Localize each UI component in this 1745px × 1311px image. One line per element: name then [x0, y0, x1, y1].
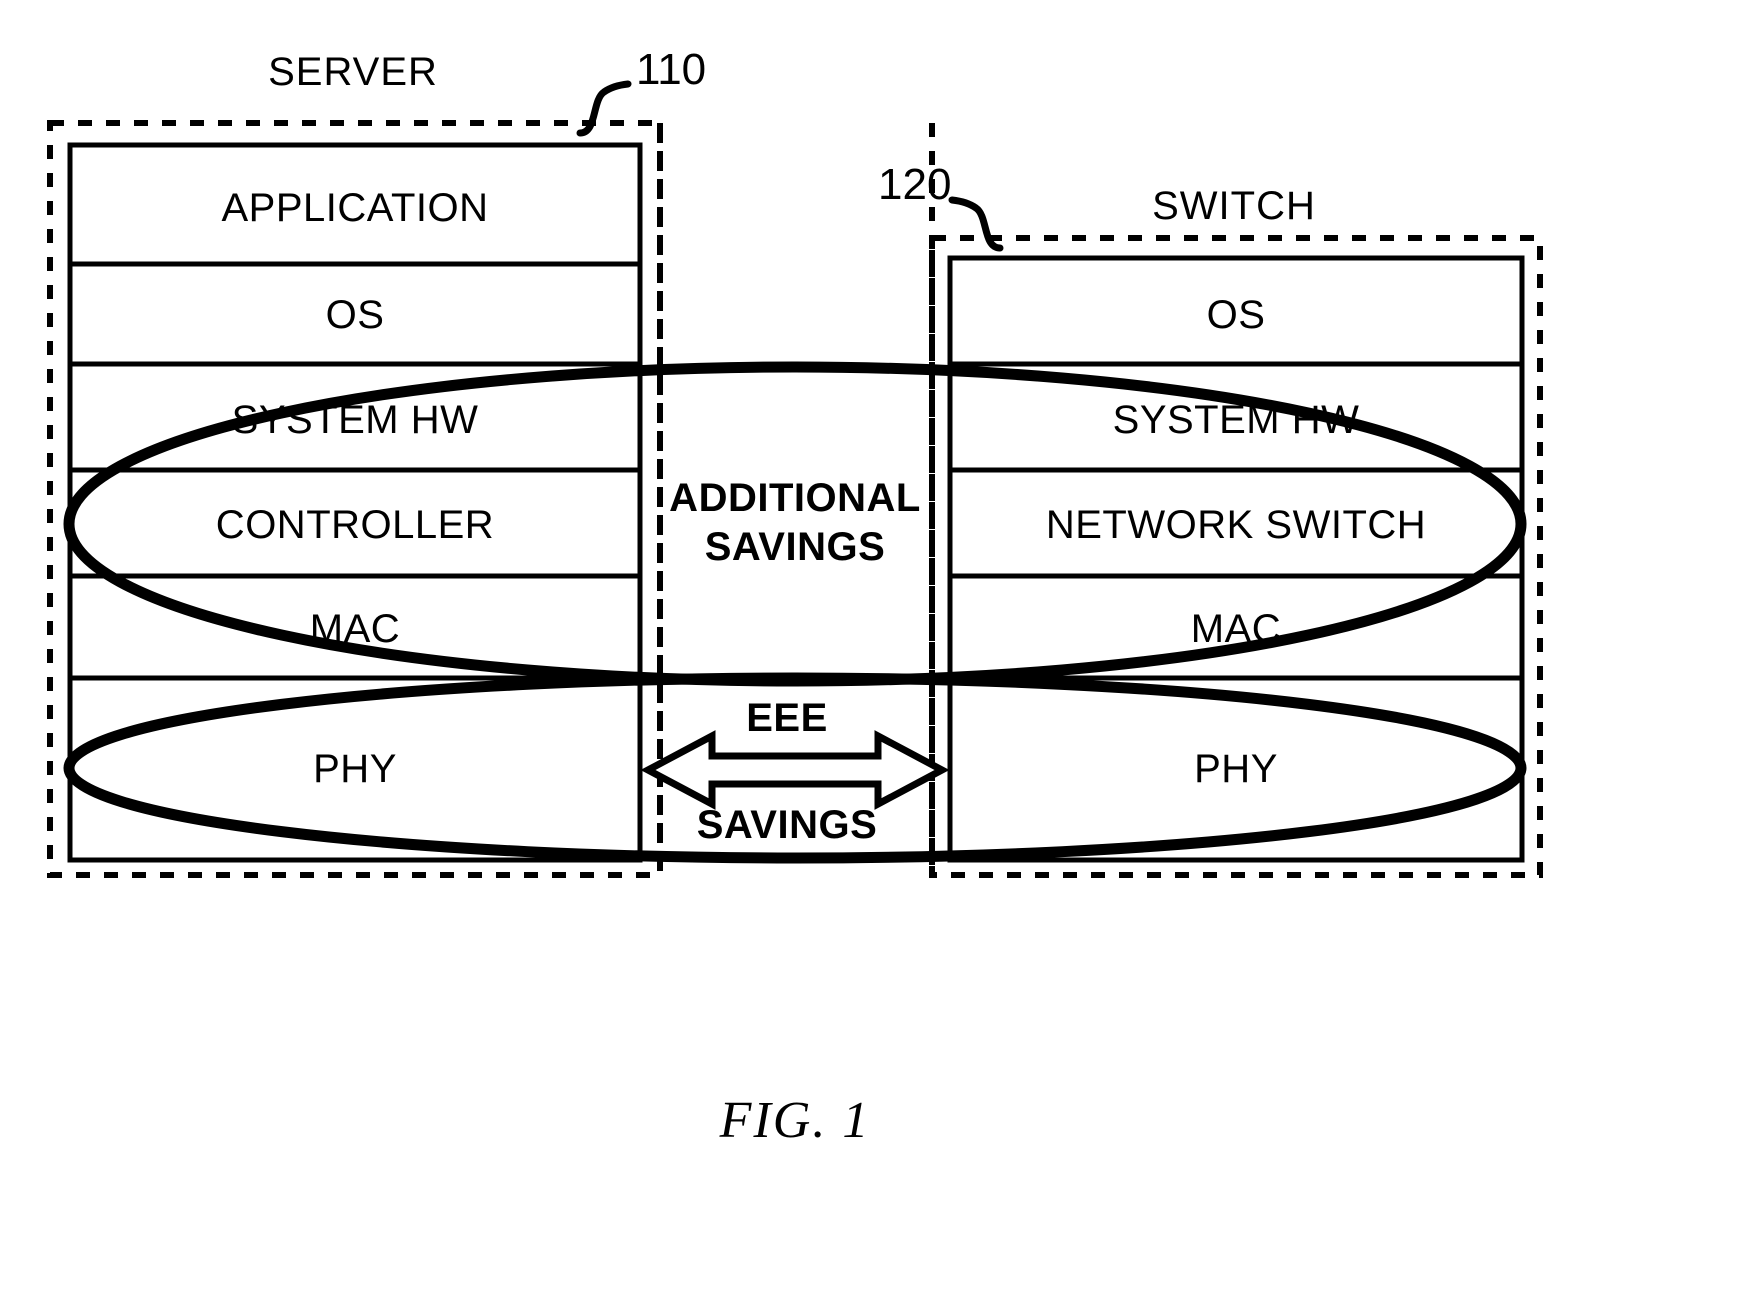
switch-layer-os: OS — [1206, 293, 1266, 337]
server-ref-number: 110 — [636, 45, 707, 94]
server-layer-os: OS — [325, 293, 385, 337]
double-headed-arrow — [640, 730, 950, 810]
eee-label: EEE — [746, 696, 828, 740]
server-layer-system-hw: SYSTEM HW — [231, 398, 479, 442]
server-layer-controller: CONTROLLER — [215, 503, 495, 547]
additional-savings-line-1: ADDITIONAL — [669, 476, 921, 520]
switch-layer-phy: PHY — [1194, 747, 1278, 791]
switch-title: SWITCH — [1152, 184, 1316, 228]
server-layer-application: APPLICATION — [221, 186, 489, 230]
additional-savings-line-2: SAVINGS — [704, 525, 886, 569]
server-layer-mac: MAC — [309, 607, 401, 651]
savings-label: SAVINGS — [696, 803, 878, 847]
switch-layer-network-switch: NETWORK SWITCH — [1045, 503, 1427, 547]
switch-layer-system-hw: SYSTEM HW — [1112, 398, 1360, 442]
figure-caption: FIG. 1 — [719, 1092, 871, 1149]
server-layer-phy: PHY — [313, 747, 397, 791]
switch-ref-leader-line — [948, 196, 1004, 252]
switch-layer-mac: MAC — [1190, 607, 1282, 651]
server-title: SERVER — [268, 50, 438, 94]
patent-figure: SERVER 110 SWITCH 120 APPLICATION OS SYS… — [0, 0, 1745, 1311]
switch-ref-number: 120 — [878, 160, 952, 209]
